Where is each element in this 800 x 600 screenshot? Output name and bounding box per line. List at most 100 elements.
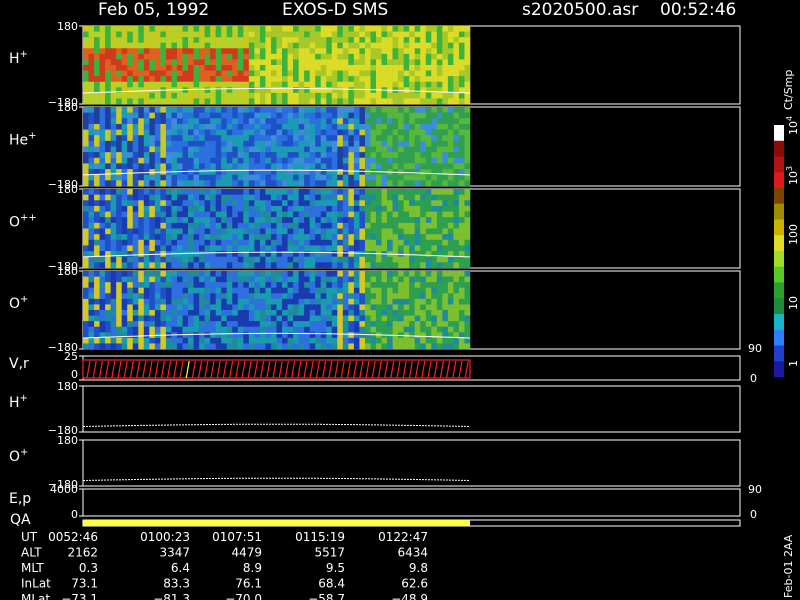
heatmap-cell — [138, 81, 145, 88]
heatmap-cell — [165, 310, 172, 316]
heatmap-cell — [464, 70, 471, 77]
heatmap-cell — [160, 293, 167, 300]
heatmap-cell — [447, 228, 454, 235]
heatmap-cell — [387, 310, 393, 316]
heatmap-cell — [309, 53, 316, 60]
heatmap-cell — [188, 92, 194, 99]
heatmap-cell — [436, 304, 443, 311]
heatmap-cell — [232, 118, 239, 125]
heatmap-cell — [243, 293, 250, 300]
heatmap-cell — [387, 228, 393, 235]
heatmap-cell — [453, 310, 460, 316]
heatmap-cell — [392, 180, 399, 187]
heatmap-cell — [221, 118, 228, 125]
heatmap-cell — [110, 234, 117, 241]
heatmap-cell — [116, 343, 122, 350]
heatmap-cell — [293, 298, 299, 305]
heatmap-cell — [337, 76, 344, 83]
heatmap-cell — [442, 163, 449, 170]
heatmap-cell — [304, 271, 310, 277]
heatmap-cell — [304, 276, 310, 283]
heatmap-cell — [315, 42, 322, 49]
heatmap-cell — [232, 48, 239, 55]
heatmap-cell — [248, 152, 255, 159]
heatmap-cell — [359, 287, 366, 294]
heatmap-cell — [320, 87, 327, 94]
heatmap-cell — [436, 271, 443, 277]
heatmap-cell — [171, 256, 178, 263]
heatmap-cell — [326, 211, 333, 218]
heatmap-cell — [458, 321, 465, 328]
heatmap-cell — [270, 200, 277, 207]
velocity-tick — [421, 360, 426, 379]
heatmap-cell — [353, 31, 360, 38]
heatmap-cell — [442, 234, 449, 241]
heatmap-cell — [464, 98, 471, 105]
heatmap-cell — [176, 129, 183, 136]
heatmap-cell — [259, 271, 266, 277]
heatmap-cell — [420, 315, 427, 322]
heatmap-cell — [442, 123, 449, 130]
heatmap-cell — [154, 81, 161, 88]
heatmap-cell — [171, 70, 178, 77]
heatmap-cell — [304, 321, 310, 328]
heatmap-cell — [337, 194, 344, 201]
heatmap-cell — [248, 81, 255, 88]
heatmap-cell — [353, 129, 360, 136]
heatmap-cell — [105, 70, 111, 77]
heatmap-cell — [188, 287, 194, 294]
heatmap-cell — [176, 37, 183, 44]
heatmap-cell — [232, 98, 239, 105]
heatmap-cell — [364, 251, 371, 258]
heatmap-cell — [464, 48, 471, 55]
heatmap-cell — [453, 262, 460, 269]
heatmap-cell — [298, 118, 305, 125]
heatmap-cell — [353, 189, 360, 195]
heatmap-cell — [309, 70, 316, 77]
heatmap-cell — [381, 315, 388, 322]
heatmap-cell — [293, 146, 299, 153]
heatmap-cell — [143, 211, 150, 218]
heatmap-cell — [287, 282, 294, 289]
heatmap-cell — [420, 321, 427, 328]
heatmap-cell — [132, 140, 139, 147]
heatmap-cell — [94, 200, 100, 207]
heatmap-cell — [83, 118, 89, 125]
heatmap-cell — [326, 174, 333, 181]
heatmap-cell — [204, 194, 211, 201]
heatmap-cell — [359, 276, 366, 283]
heatmap-cell — [420, 107, 427, 113]
heatmap-cell — [282, 293, 288, 300]
heatmap-cell — [154, 92, 161, 99]
heatmap-cell — [154, 200, 161, 207]
heatmap-cell — [364, 70, 371, 77]
heatmap-cell — [105, 343, 111, 350]
heatmap-cell — [398, 189, 404, 195]
heatmap-cell — [88, 152, 95, 159]
heatmap-cell — [342, 169, 349, 176]
heatmap-cell — [116, 189, 122, 195]
heatmap-cell — [276, 140, 283, 147]
heatmap-cell — [425, 298, 432, 305]
heatmap-cell — [353, 140, 360, 147]
heatmap-cell — [293, 65, 299, 71]
right-tick-bottom: 0 — [750, 508, 757, 521]
heatmap-cell — [364, 48, 371, 55]
heatmap-cell — [326, 163, 333, 170]
heatmap-cell — [431, 337, 438, 344]
heatmap-cell — [331, 326, 338, 333]
heatmap-cell — [160, 245, 167, 252]
heatmap-cell — [342, 256, 349, 263]
heatmap-cell — [398, 140, 404, 147]
panel-frame — [82, 488, 741, 517]
heatmap-cell — [331, 298, 338, 305]
heatmap-cell — [265, 205, 272, 212]
heatmap-cell — [458, 26, 465, 32]
heatmap-cell — [287, 146, 294, 153]
heatmap-cell — [88, 118, 95, 125]
heatmap-cell — [259, 205, 266, 212]
heatmap-cell — [442, 194, 449, 201]
heatmap-cell — [442, 37, 449, 44]
heatmap-cell — [160, 76, 167, 83]
heatmap-cell — [193, 251, 200, 258]
